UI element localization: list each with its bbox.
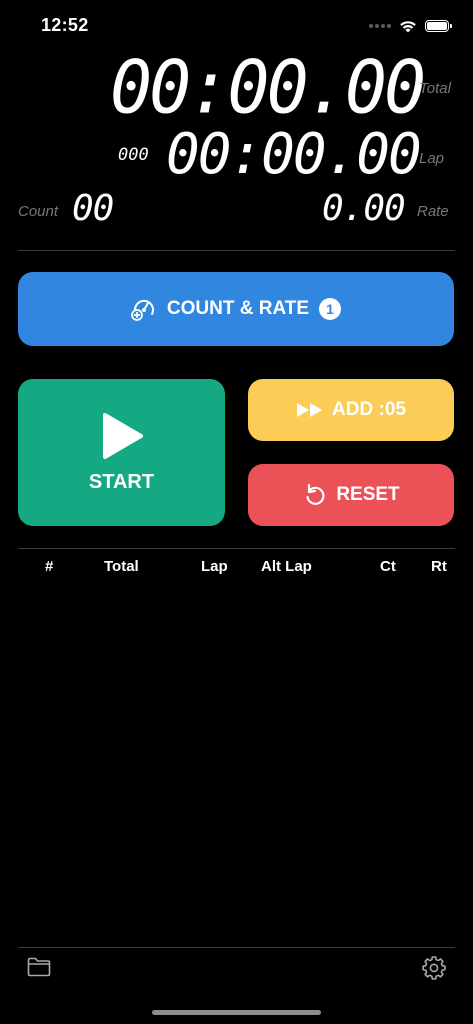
column-alt-lap: Alt Lap	[261, 558, 312, 575]
display-divider	[18, 250, 455, 251]
column-rate: Rt	[431, 558, 447, 575]
status-icons	[369, 15, 452, 37]
undo-icon	[306, 483, 325, 505]
table-top-divider	[18, 548, 455, 549]
fast-forward-icon	[297, 403, 323, 417]
lap-label: Lap	[419, 150, 445, 167]
battery-icon	[425, 20, 452, 32]
reset-button[interactable]: RESET	[248, 464, 454, 526]
gear-icon[interactable]	[422, 956, 446, 980]
count-rate-badge: 1	[319, 298, 342, 320]
wifi-icon	[400, 21, 416, 33]
start-button[interactable]: START	[18, 379, 225, 526]
lap-table-header: # Total Lap Alt Lap Ct Rt	[0, 558, 473, 578]
count-rate-label: COUNT & RATE	[166, 298, 310, 319]
column-count: Ct	[380, 558, 396, 575]
rate-display: 0.00	[322, 188, 406, 229]
column-number: #	[45, 558, 54, 575]
add-label: ADD :05	[332, 399, 406, 420]
count-display: 00	[72, 188, 114, 229]
status-time: 12:52	[41, 15, 89, 35]
play-icon	[102, 413, 143, 459]
total-label: Total	[419, 80, 451, 97]
lap-time-display: 00:00.00	[166, 122, 422, 187]
add-five-button[interactable]: ADD :05	[248, 379, 454, 441]
reset-label: RESET	[336, 484, 400, 505]
folder-icon[interactable]	[27, 956, 51, 978]
column-lap: Lap	[201, 558, 228, 575]
gauge-plus-icon	[131, 299, 154, 321]
count-rate-button[interactable]: COUNT & RATE 1	[18, 272, 454, 346]
column-total: Total	[104, 558, 139, 575]
start-label: START	[88, 471, 155, 493]
home-indicator[interactable]	[152, 1010, 321, 1015]
count-label: Count	[18, 203, 59, 220]
total-time-display: 00:00.00	[110, 44, 426, 131]
lap-number-display: 000	[118, 145, 149, 165]
rate-label: Rate	[417, 203, 449, 220]
toolbar-divider	[18, 947, 455, 948]
cellular-signal-icon	[369, 24, 391, 28]
